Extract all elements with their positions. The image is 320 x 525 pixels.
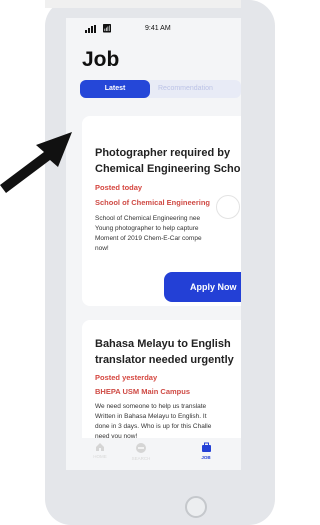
device-top-edge xyxy=(45,0,241,8)
job-card[interactable]: Bahasa Melayu to English translator need… xyxy=(82,320,241,450)
job-title-line: translator needed urgently xyxy=(95,354,234,366)
briefcase-icon xyxy=(201,442,211,452)
decorative-circle xyxy=(216,195,240,219)
nav-search-label: SEARCH xyxy=(131,456,151,461)
status-bar: 📶︎ 9:41 AM xyxy=(66,18,241,40)
job-title-line: Chemical Engineering Scho xyxy=(95,163,241,175)
job-location: School of Chemical Engineering xyxy=(95,198,211,207)
page-title: Job xyxy=(82,48,120,71)
job-description-line: Moment of 2019 Chem-E-Car compe xyxy=(95,235,202,242)
job-description-line: We need someone to help us translate xyxy=(95,403,207,410)
nav-home[interactable]: HOME xyxy=(80,438,120,470)
app-screen: 📶︎ 9:41 AM Job Latest Recommendation Pho… xyxy=(66,18,241,470)
job-description-line: School of Chemical Engineering nee xyxy=(95,215,201,222)
home-icon xyxy=(96,443,104,451)
tab-recommendation[interactable]: Recommendation xyxy=(158,80,241,98)
job-title-line: Bahasa Melayu to English xyxy=(95,338,231,350)
job-description-line: Young photographer to help capture xyxy=(95,225,199,232)
nav-search[interactable]: SEARCH xyxy=(121,438,161,470)
bottom-nav: HOME SEARCH JOB xyxy=(66,438,241,470)
signal-icon xyxy=(85,25,101,33)
apply-now-button[interactable]: Apply Now xyxy=(164,272,241,302)
tab-bar: Latest Recommendation xyxy=(80,80,241,98)
job-description-line: Written in Bahasa Melayu to English. It xyxy=(95,413,207,420)
job-posted-date: Posted yesterday xyxy=(95,373,158,382)
job-title-line: Photographer required by xyxy=(95,147,231,159)
nav-home-label: HOME xyxy=(93,454,107,459)
chat-bubble-icon xyxy=(136,443,146,453)
arrow-annotation xyxy=(0,132,72,193)
nav-job-label: JOB xyxy=(201,455,211,460)
nav-job[interactable]: JOB xyxy=(186,438,226,470)
wifi-icon: 📶︎ xyxy=(102,24,113,33)
job-description-line: done in 3 days. Who is up for this Chall… xyxy=(95,423,212,430)
tab-latest[interactable]: Latest xyxy=(80,80,150,98)
device-home-button[interactable] xyxy=(185,496,207,518)
job-posted-date: Posted today xyxy=(95,183,143,192)
status-time: 9:41 AM xyxy=(145,25,171,32)
job-description-line: now! xyxy=(95,245,109,252)
job-location: BHEPA USM Main Campus xyxy=(95,387,191,396)
